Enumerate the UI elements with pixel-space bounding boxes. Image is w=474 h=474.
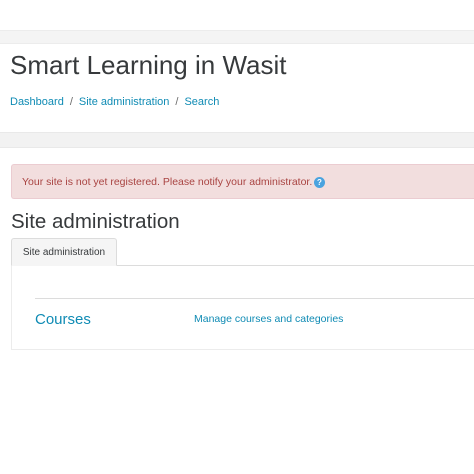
tab-label: Site administration bbox=[22, 247, 106, 258]
manage-courses-link[interactable]: Manage courses and categories bbox=[194, 313, 343, 325]
alert-message: Your site is not yet registered. Please … bbox=[22, 176, 313, 188]
header-bar bbox=[0, 30, 474, 44]
breadcrumb-site-administration[interactable]: Site administration bbox=[79, 96, 170, 108]
courses-heading-link[interactable]: Courses bbox=[35, 311, 91, 328]
tab-site-administration[interactable]: Site administration bbox=[11, 238, 117, 266]
breadcrumb-separator: / bbox=[175, 96, 179, 108]
page-heading: Site administration bbox=[11, 210, 180, 233]
breadcrumb-separator: / bbox=[69, 96, 73, 108]
site-title: Smart Learning in Wasit bbox=[10, 50, 287, 80]
navigation-bar bbox=[0, 132, 474, 148]
registration-alert: Your site is not yet registered. Please … bbox=[11, 164, 474, 199]
breadcrumb-search[interactable]: Search bbox=[184, 96, 219, 108]
breadcrumb-dashboard[interactable]: Dashboard bbox=[10, 96, 64, 108]
help-icon[interactable]: ? bbox=[314, 177, 325, 188]
breadcrumb: Dashboard / Site administration / Search bbox=[10, 96, 219, 108]
tab-panel bbox=[11, 266, 474, 350]
section-divider bbox=[35, 298, 474, 299]
